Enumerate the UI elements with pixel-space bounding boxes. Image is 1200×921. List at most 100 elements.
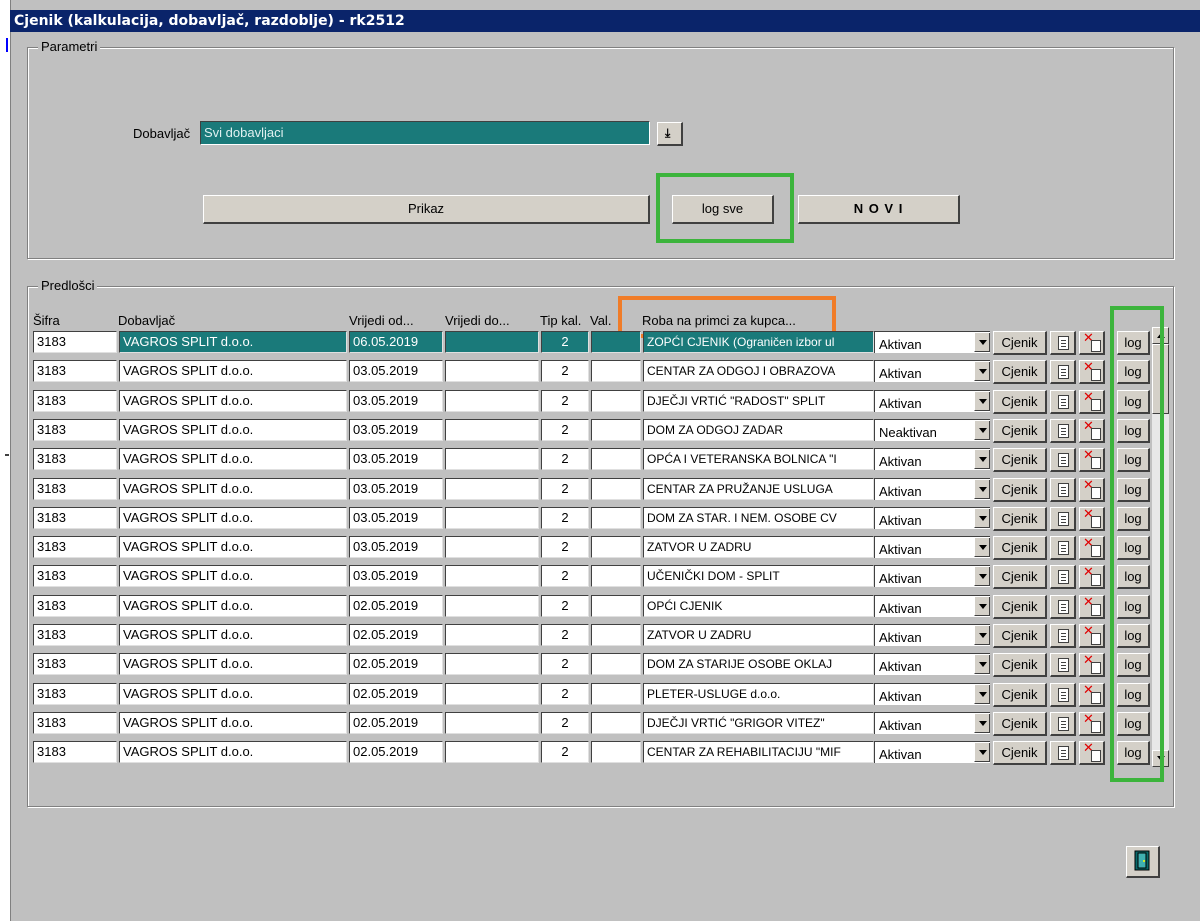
log-button[interactable]: log [1117,741,1150,765]
dropdown-arrow-icon[interactable] [974,567,990,586]
cjenik-button[interactable]: Cjenik [993,653,1047,677]
table-row[interactable]: 3183 VAGROS SPLIT d.o.o. 02.05.2019 2 OPĆI C… [33,594,1173,619]
log-button[interactable]: log [1117,536,1150,560]
cell-vrijedi-do[interactable] [445,653,539,675]
cell-tip-kal[interactable]: 2 [541,419,589,441]
document-icon[interactable] [1050,683,1076,707]
document-icon[interactable] [1050,565,1076,589]
log-button[interactable]: log [1117,478,1150,502]
cell-vrijedi-od[interactable]: 03.05.2019 [349,478,443,500]
cell-tip-kal[interactable]: 2 [541,653,589,675]
cell-roba[interactable]: DOM ZA STAR. I NEM. OSOBE CV [643,507,874,529]
cell-val[interactable] [591,448,641,470]
cjenik-button[interactable]: Cjenik [993,624,1047,648]
cell-val[interactable] [591,331,641,353]
delete-icon[interactable] [1079,477,1105,502]
log-button[interactable]: log [1117,331,1150,355]
cell-roba[interactable]: DOM ZA ODGOJ ZADAR [643,419,874,441]
log-button[interactable]: log [1117,448,1150,472]
status-select[interactable]: Aktivan [874,448,990,470]
cell-sifra[interactable]: 3183 [33,507,117,529]
dropdown-arrow-icon[interactable] [974,743,990,762]
delete-icon[interactable] [1079,418,1105,443]
status-select[interactable]: Aktivan [874,507,990,529]
cell-val[interactable] [591,360,641,382]
cell-sifra[interactable]: 3183 [33,331,117,353]
cjenik-button[interactable]: Cjenik [993,478,1047,502]
cell-tip-kal[interactable]: 2 [541,448,589,470]
delete-icon[interactable] [1079,447,1105,472]
cjenik-button[interactable]: Cjenik [993,390,1047,414]
delete-icon[interactable] [1079,564,1105,589]
status-select[interactable]: Aktivan [874,360,990,382]
table-row[interactable]: 3183 VAGROS SPLIT d.o.o. 02.05.2019 2 DJEČJI… [33,711,1173,736]
cell-vrijedi-od[interactable]: 02.05.2019 [349,624,443,646]
scroll-thumb[interactable] [1152,344,1169,414]
cell-roba[interactable]: OPĆA I VETERANSKA BOLNICA "I [643,448,874,470]
cell-dobavljac[interactable]: VAGROS SPLIT d.o.o. [119,653,347,675]
table-row[interactable]: 3183 VAGROS SPLIT d.o.o. 02.05.2019 2 PLETER… [33,682,1173,707]
document-icon[interactable] [1050,419,1076,443]
cell-val[interactable] [591,653,641,675]
cjenik-button[interactable]: Cjenik [993,507,1047,531]
log-button[interactable]: log [1117,507,1150,531]
cell-vrijedi-od[interactable]: 02.05.2019 [349,683,443,705]
log-button[interactable]: log [1117,653,1150,677]
table-row[interactable]: 3183 VAGROS SPLIT d.o.o. 02.05.2019 2 CENTAR… [33,740,1173,765]
cell-dobavljac[interactable]: VAGROS SPLIT d.o.o. [119,595,347,617]
cell-vrijedi-od[interactable]: 03.05.2019 [349,360,443,382]
cell-vrijedi-od[interactable]: 03.05.2019 [349,565,443,587]
status-select[interactable]: Aktivan [874,653,990,675]
status-select[interactable]: Aktivan [874,741,990,763]
cell-vrijedi-od[interactable]: 02.05.2019 [349,712,443,734]
cell-dobavljac[interactable]: VAGROS SPLIT d.o.o. [119,712,347,734]
table-row[interactable]: 3183 VAGROS SPLIT d.o.o. 03.05.2019 2 CENTAR… [33,359,1173,384]
cell-vrijedi-od[interactable]: 03.05.2019 [349,448,443,470]
cell-tip-kal[interactable]: 2 [541,712,589,734]
status-select[interactable]: Aktivan [874,331,990,353]
cell-dobavljac[interactable]: VAGROS SPLIT d.o.o. [119,507,347,529]
cell-val[interactable] [591,478,641,500]
cell-sifra[interactable]: 3183 [33,595,117,617]
log-button[interactable]: log [1117,595,1150,619]
dropdown-arrow-icon[interactable] [974,538,990,557]
cell-dobavljac[interactable]: VAGROS SPLIT d.o.o. [119,565,347,587]
document-icon[interactable] [1050,331,1076,355]
dobavljac-dropdown-button[interactable]: ⤓ [657,122,683,146]
cell-vrijedi-do[interactable] [445,390,539,412]
cell-tip-kal[interactable]: 2 [541,595,589,617]
delete-icon[interactable] [1079,652,1105,677]
cell-vrijedi-od[interactable]: 03.05.2019 [349,390,443,412]
dropdown-arrow-icon[interactable] [974,597,990,616]
cell-roba[interactable]: OPĆI CJENIK [643,595,874,617]
cell-tip-kal[interactable]: 2 [541,536,589,558]
log-button[interactable]: log [1117,390,1150,414]
cell-roba[interactable]: CENTAR ZA ODGOJ I OBRAZOVA [643,360,874,382]
status-select[interactable]: Aktivan [874,683,990,705]
cell-tip-kal[interactable]: 2 [541,565,589,587]
cell-vrijedi-do[interactable] [445,712,539,734]
cell-dobavljac[interactable]: VAGROS SPLIT d.o.o. [119,419,347,441]
cell-vrijedi-do[interactable] [445,741,539,763]
cell-vrijedi-od[interactable]: 06.05.2019 [349,331,443,353]
cell-vrijedi-do[interactable] [445,331,539,353]
cell-roba[interactable]: ZATVOR U ZADRU [643,624,874,646]
document-icon[interactable] [1050,595,1076,619]
cell-vrijedi-do[interactable] [445,507,539,529]
cell-val[interactable] [591,683,641,705]
cell-val[interactable] [591,712,641,734]
cell-vrijedi-do[interactable] [445,624,539,646]
cell-sifra[interactable]: 3183 [33,624,117,646]
cell-vrijedi-do[interactable] [445,536,539,558]
cell-vrijedi-od[interactable]: 02.05.2019 [349,741,443,763]
cell-dobavljac[interactable]: VAGROS SPLIT d.o.o. [119,390,347,412]
status-select[interactable]: Aktivan [874,595,990,617]
cell-roba[interactable]: ZOPĆI CJENIK (Ograničen izbor ul [643,331,874,353]
dropdown-arrow-icon[interactable] [974,450,990,469]
delete-icon[interactable] [1079,506,1105,531]
scroll-down-button[interactable] [1152,750,1169,767]
cell-roba[interactable]: ZATVOR U ZADRU [643,536,874,558]
document-icon[interactable] [1050,653,1076,677]
cell-sifra[interactable]: 3183 [33,683,117,705]
status-select[interactable]: Aktivan [874,536,990,558]
